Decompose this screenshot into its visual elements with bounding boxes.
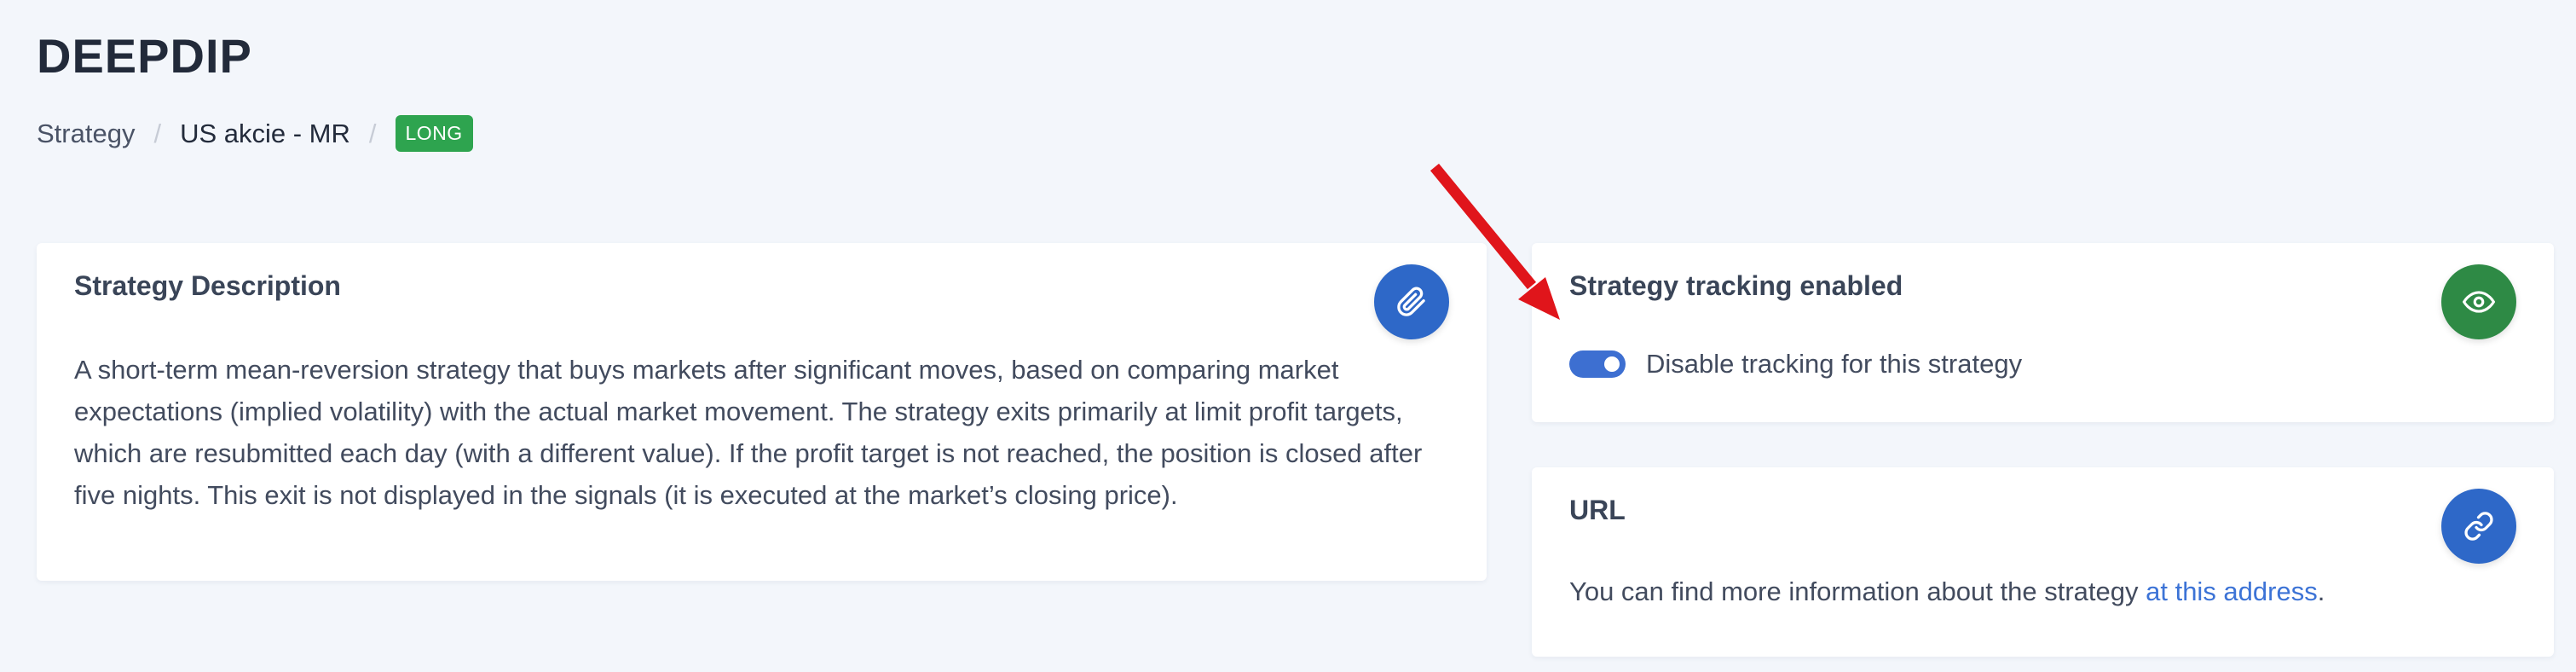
- strategy-info-link[interactable]: at this address: [2146, 576, 2318, 606]
- card-title-tracking: Strategy tracking enabled: [1569, 270, 1903, 301]
- breadcrumb: Strategy / US akcie - MR / LONG: [37, 113, 473, 154]
- url-text-prefix: You can find more information about the …: [1569, 576, 2146, 606]
- strategy-description-text: A short-term mean-reversion strategy tha…: [74, 355, 1423, 510]
- breadcrumb-separator: /: [153, 118, 162, 148]
- strategy-tracking-card: Strategy tracking enabled Disable tracki…: [1532, 243, 2554, 422]
- eye-icon: [2463, 291, 2495, 313]
- url-description: You can find more information about the …: [1569, 576, 2325, 607]
- tracking-toggle-row: Disable tracking for this strategy: [1569, 349, 2022, 379]
- attachment-button[interactable]: [1374, 264, 1449, 339]
- breadcrumb-item-strategy[interactable]: Strategy: [37, 120, 135, 147]
- card-title-strategy-description: Strategy Description: [74, 270, 341, 301]
- breadcrumb-separator: /: [368, 118, 377, 148]
- tracking-toggle-switch[interactable]: [1569, 350, 1626, 378]
- view-button[interactable]: [2441, 264, 2516, 339]
- card-title-url: URL: [1569, 495, 1626, 525]
- breadcrumb-item-us-akcie-mr: US akcie - MR: [180, 118, 350, 148]
- url-text-suffix: .: [2317, 576, 2325, 606]
- direction-badge: LONG: [395, 114, 473, 152]
- link-icon: [2464, 512, 2493, 541]
- tracking-toggle-label[interactable]: Disable tracking for this strategy: [1646, 349, 2022, 379]
- page-title: DEEPDIP: [37, 29, 252, 83]
- paperclip-icon: [1397, 287, 1425, 316]
- url-card: URL You can find more information about …: [1532, 467, 2554, 657]
- toggle-knob: [1604, 356, 1620, 372]
- link-button[interactable]: [2441, 489, 2516, 564]
- strategy-description-card: Strategy Description A short-term mean-r…: [37, 243, 1487, 581]
